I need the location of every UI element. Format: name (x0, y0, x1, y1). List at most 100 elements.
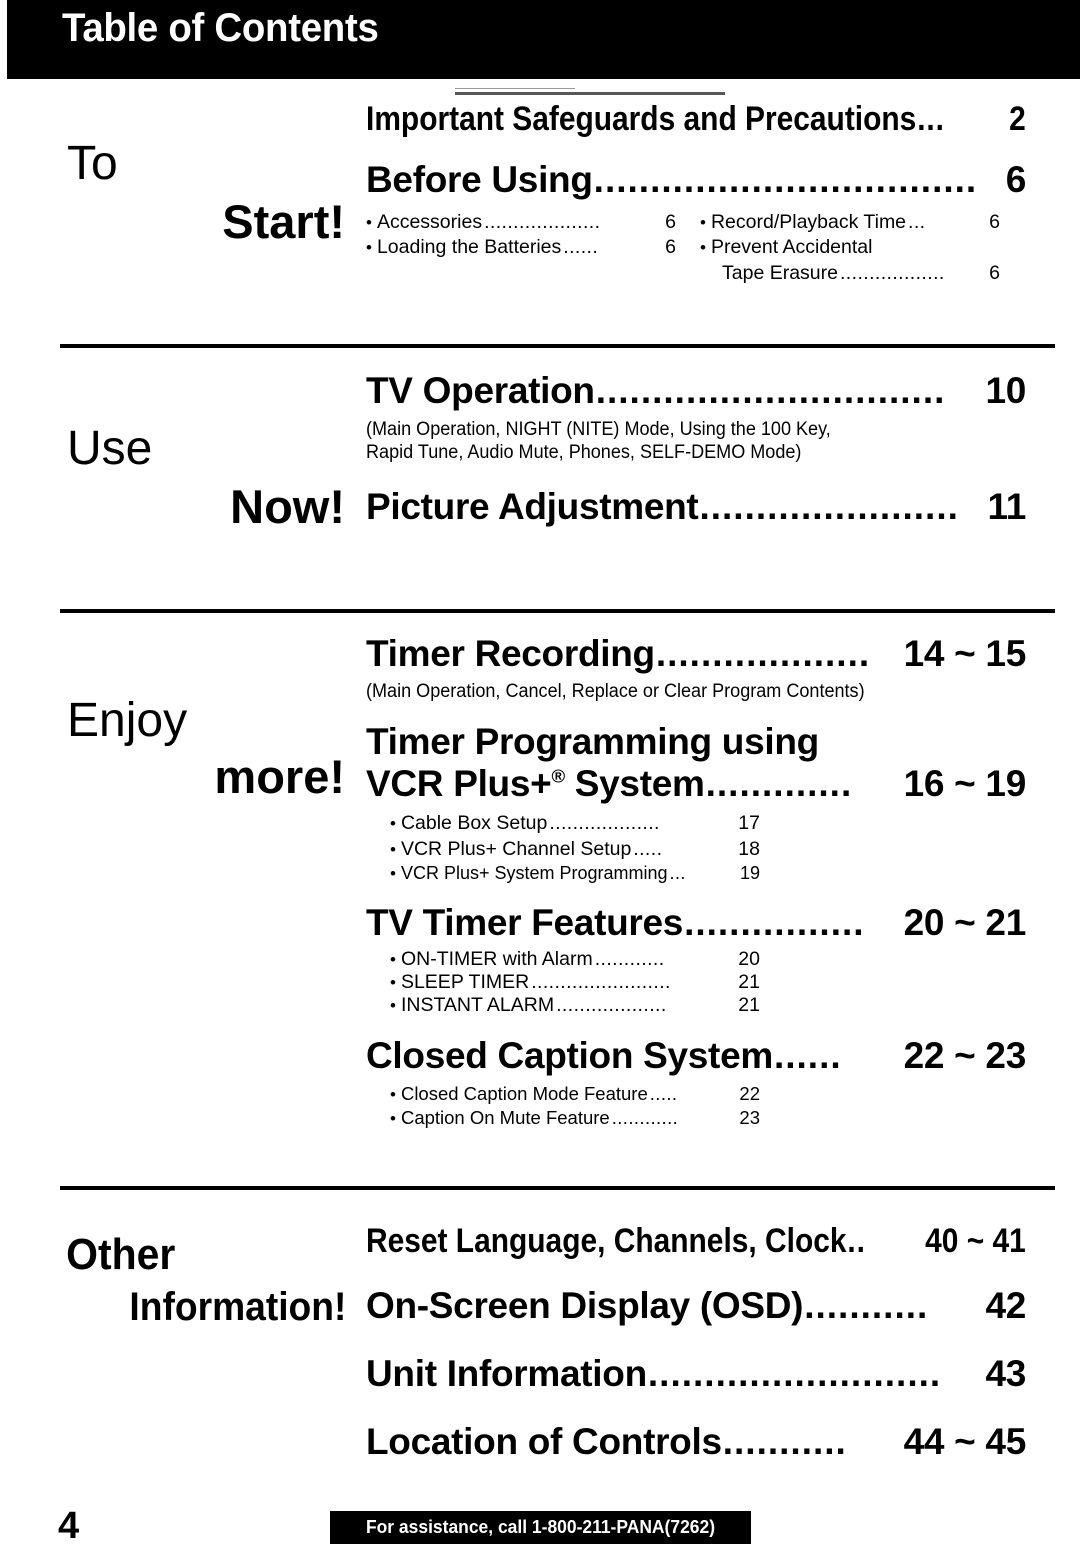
toc-entry-picture-adjustment[interactable]: Picture Adjustment .....................… (366, 486, 1026, 528)
toc-leader: ............. (705, 763, 853, 805)
toc-entry-title: On-Screen Display (OSD) (366, 1285, 804, 1326)
toc-leader: ...... (773, 1035, 842, 1077)
toc-entry-note: (Main Operation, NIGHT (NITE) Mode, Usin… (366, 418, 993, 464)
toc-entry-page: 11 (987, 486, 1026, 528)
toc-entry-page: 42 (985, 1285, 1026, 1326)
toc-entry-title: Closed Caption System (366, 1035, 773, 1077)
bullet-icon: • (390, 996, 396, 1016)
toc-entry-location-of-controls[interactable]: Location of Controls ........... 44 ~ 45 (366, 1421, 1026, 1463)
toc-subitem-label: ON-TIMER with Alarm (400, 948, 593, 971)
toc-entry-unit-information[interactable]: Unit Information .......................… (366, 1353, 1026, 1395)
toc-entry-title: Important Safeguards and Precautions (366, 100, 917, 138)
toc-subitem-label: Tape Erasure (722, 261, 838, 284)
section-divider-2 (60, 609, 1055, 613)
scan-artifact-line (455, 92, 725, 95)
toc-subitem-caption-on-mute-feature[interactable]: • Caption On Mute Feature ............ 2… (390, 1106, 760, 1129)
toc-entry-page: 22 ~ 23 (903, 1035, 1027, 1077)
toc-subitem-label: Accessories (376, 211, 483, 233)
toc-entry-title: TV Timer Features (366, 902, 684, 944)
section-tag-word2: Information! (129, 1285, 347, 1329)
toc-entry-before-using[interactable]: Before Using ...........................… (366, 159, 1026, 286)
toc-subitem-page: 6 (989, 211, 1000, 233)
section-tag-word1: Other (66, 1230, 176, 1279)
toc-subitem-page: 22 (739, 1083, 760, 1105)
toc-subitem-closed-caption-mode-feature[interactable]: • Closed Caption Mode Feature ..... 22 (390, 1082, 760, 1105)
toc-subitem-tape-erasure[interactable]: Tape Erasure .................. 6 (700, 261, 1000, 286)
section-tag-use-now: Use Now! (55, 422, 365, 531)
toc-subitem-vcr-plus-channel-setup[interactable]: • VCR Plus+ Channel Setup ..... 18 (390, 837, 760, 862)
toc-leader: ..... (649, 1083, 678, 1105)
toc-leader: ................ (684, 902, 865, 944)
section-tag-word1: Use (67, 422, 153, 475)
toc-leader: ................... (655, 633, 871, 674)
toc-leader: ....................... (699, 486, 959, 528)
bullet-icon: • (366, 238, 372, 258)
toc-subitem-on-timer-with-alarm[interactable]: • ON-TIMER with Alarm ............ 20 (390, 948, 760, 971)
toc-entry-title: Picture Adjustment (366, 486, 699, 528)
bullet-icon: • (390, 814, 396, 834)
toc-entry-tv-operation[interactable]: TV Operation ...........................… (366, 370, 1026, 464)
bullet-icon: • (390, 839, 396, 859)
toc-entry-title-line1: Timer Programming using (366, 721, 819, 763)
toc-note-line: (Main Operation, Cancel, Replace or Clea… (366, 681, 865, 702)
scan-artifact-line-faint (455, 88, 575, 89)
toc-note-line: Rapid Tune, Audio Mute, Phones, SELF-DEM… (366, 442, 802, 464)
toc-entry-important-safeguards[interactable]: Important Safeguards and Precautions ...… (366, 100, 1026, 139)
toc-leader: ... (917, 100, 945, 138)
toc-entry-on-screen-display[interactable]: On-Screen Display (OSD) ........... 42 (366, 1285, 1026, 1327)
toc-leader: ............ (594, 948, 665, 971)
toc-entry-reset-language[interactable]: Reset Language, Channels, Clock .. 40 ~ … (366, 1222, 1026, 1261)
toc-subitem-label: Loading the Batteries (376, 236, 562, 259)
toc-subitem-page: 23 (739, 1106, 760, 1128)
toc-entry-title: Location of Controls (366, 1421, 722, 1462)
toc-subitem-loading-batteries[interactable]: • Loading the Batteries ...... 6 (366, 235, 676, 260)
toc-entry-tv-timer-features[interactable]: TV Timer Features ................ 20 ~ … (366, 902, 1026, 1017)
toc-subitem-page: 19 (739, 862, 760, 883)
section-tag-word1: Enjoy (67, 694, 188, 747)
toc-leader: ................... (549, 812, 660, 835)
toc-sublist: • Closed Caption Mode Feature ..... 22 •… (366, 1082, 760, 1129)
toc-subitem-page: 6 (989, 261, 1000, 284)
toc-entry-closed-caption-system[interactable]: Closed Caption System ...... 22 ~ 23 • C… (366, 1035, 1026, 1129)
toc-entry-page: 20 ~ 21 (903, 902, 1027, 944)
toc-entry-page: 40 ~ 41 (925, 1222, 1026, 1260)
toc-leader: .................... (484, 211, 601, 233)
toc-subitem-label: SLEEP TIMER (400, 971, 530, 994)
toc-subitem-page: 18 (738, 837, 760, 860)
toc-subitem-page: 6 (665, 211, 676, 233)
bullet-icon: • (700, 238, 706, 258)
toc-entry-title: VCR Plus+® System (366, 763, 705, 805)
toc-entry-page: 44 ~ 45 (903, 1421, 1027, 1462)
toc-sublist: • ON-TIMER with Alarm ............ 20 • … (366, 948, 760, 1017)
toc-subitem-sleep-timer[interactable]: • SLEEP TIMER ........................ 2… (390, 971, 760, 994)
toc-sublist: • Accessories .................... 6 • L… (366, 210, 1026, 286)
toc-leader: .................. (839, 261, 945, 284)
toc-subitem-instant-alarm[interactable]: • INSTANT ALARM ................... 21 (390, 994, 760, 1017)
toc-leader: ...... (563, 236, 599, 259)
toc-entry-title: Before Using (366, 159, 593, 200)
bullet-icon: • (366, 213, 372, 232)
toc-subitem-vcr-plus-system-programming[interactable]: • VCR Plus+ System Programming ... 19 (390, 862, 760, 885)
toc-leader: ............................... (595, 370, 946, 411)
toc-sublist-column: • Record/Playback Time ... 6 • Prevent A… (700, 210, 1000, 286)
toc-subitem-accessories[interactable]: • Accessories .................... 6 (366, 210, 676, 235)
bullet-icon: • (390, 1108, 396, 1128)
section-entries-to-start: Important Safeguards and Precautions ...… (366, 100, 1026, 286)
toc-page: Table of Contents To Start! Important Sa… (0, 0, 1080, 1557)
toc-leader: ..... (633, 837, 663, 860)
toc-entry-title: Unit Information (366, 1353, 647, 1394)
toc-subitem-label: Caption On Mute Feature (400, 1106, 610, 1128)
assistance-text: For assistance, call 1-800-211-PANA(7262… (365, 1517, 716, 1537)
toc-subitem-prevent-accidental[interactable]: • Prevent Accidental (700, 235, 1000, 260)
bullet-icon: • (390, 1085, 396, 1105)
toc-entry-vcr-plus-system[interactable]: Timer Programming using VCR Plus+® Syste… (366, 721, 1026, 885)
section-tag-word2: Start! (222, 195, 345, 248)
toc-subitem-cable-box-setup[interactable]: • Cable Box Setup ................... 17 (390, 811, 760, 836)
toc-subitem-record-playback-time[interactable]: • Record/Playback Time ... 6 (700, 210, 1000, 235)
toc-note-line: (Main Operation, NIGHT (NITE) Mode, Usin… (366, 419, 831, 440)
toc-entry-page: 14 ~ 15 (903, 633, 1027, 674)
bullet-icon: • (390, 950, 396, 970)
toc-entry-timer-recording[interactable]: Timer Recording ................... 14 ~… (366, 633, 1026, 703)
section-tag-word2: more! (214, 750, 345, 803)
section-tag-word1: To (67, 137, 118, 190)
